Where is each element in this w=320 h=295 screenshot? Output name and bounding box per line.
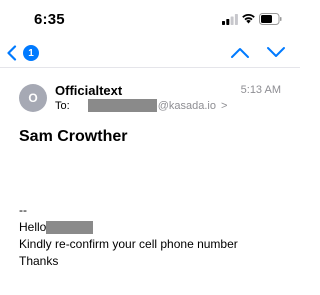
recipient-row[interactable]: To: @kasada.io > [55,99,227,112]
sender-name[interactable]: Officialtext [55,83,122,98]
body-separator: -- [19,203,27,217]
sender-avatar[interactable]: O [19,84,47,112]
message-header: O Officialtext 5:13 AM To: @kasada.io > [0,80,300,120]
redacted-recipient [87,99,157,112]
battery-icon [259,13,282,25]
cellular-signal-icon [222,14,238,25]
details-chevron-right-icon[interactable]: > [221,100,227,112]
nav-bar: 1 [0,38,300,68]
next-message-chevron-down-icon[interactable] [266,46,286,59]
message-time: 5:13 AM [240,84,281,96]
wifi-icon [242,13,255,24]
previous-message-chevron-up-icon[interactable] [230,46,250,59]
status-time: 6:35 [34,11,65,28]
status-bar: 6:35 [0,0,300,38]
recipient-domain: @kasada.io [157,99,216,112]
message-subject: Sam Crowther [19,128,128,145]
body-greeting-line: Hello [19,219,238,236]
message-body: -- Hello Kindly re-confirm your cell pho… [19,202,238,270]
body-greeting: Hello [19,220,47,234]
body-line-thanks: Thanks [19,254,59,268]
redacted-name [46,221,94,234]
unread-count-badge[interactable]: 1 [23,45,39,61]
back-chevron-icon[interactable] [6,45,18,61]
body-line-request: Kindly re-confirm your cell phone number [19,237,238,251]
to-label: To: [55,99,70,112]
